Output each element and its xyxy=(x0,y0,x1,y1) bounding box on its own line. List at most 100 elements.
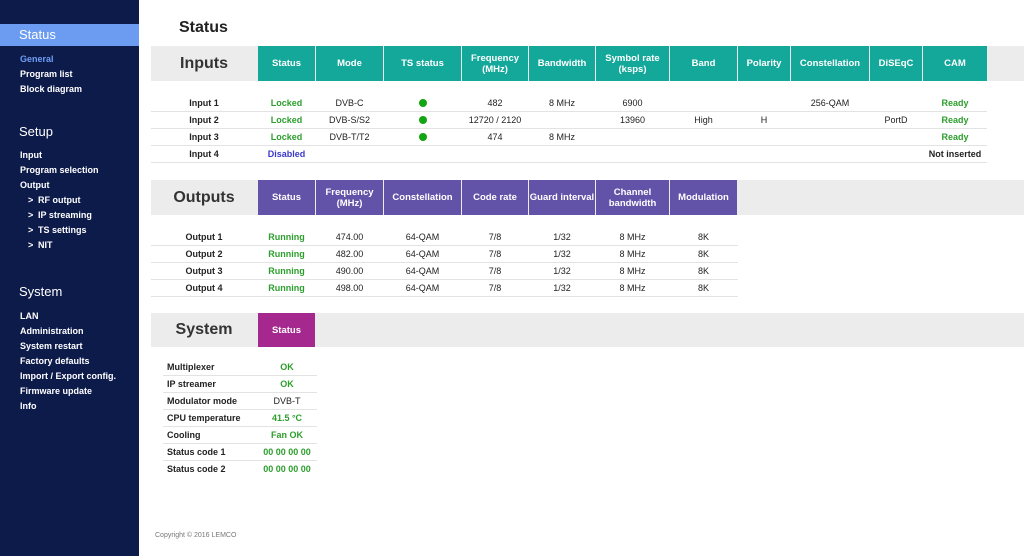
sidebar-item-lan[interactable]: LAN xyxy=(0,309,139,324)
input-constellation: 256-QAM xyxy=(810,98,850,108)
chevron-right-icon: > xyxy=(28,225,34,235)
sidebar-item-input[interactable]: Input xyxy=(0,148,139,163)
ts-locked-dot-icon xyxy=(418,98,427,107)
system-row-value: Fan OK xyxy=(270,430,303,440)
system-row-label: Multiplexer xyxy=(167,362,215,372)
sidebar-subitem-ts-settings[interactable]: > TS settings xyxy=(0,223,139,238)
input-status: Locked xyxy=(270,98,303,108)
outputs-col-frequency: Frequency (MHz) xyxy=(316,180,383,215)
input-symbol-rate: 13960 xyxy=(619,115,646,125)
input-bandwidth xyxy=(529,146,595,163)
output-modulation: 8K xyxy=(697,249,709,259)
output-code-rate: 7/8 xyxy=(488,283,502,293)
sidebar-subitem-rf-output[interactable]: > RF output xyxy=(0,193,139,208)
input-mode xyxy=(316,146,383,163)
inputs-col-band: Band xyxy=(670,46,737,81)
sidebar-subitem-nit[interactable]: > NIT xyxy=(0,238,139,253)
input-frequency: 474 xyxy=(487,132,503,142)
chevron-right-icon: > xyxy=(28,195,34,205)
sidebar-item-program-selection[interactable]: Program selection xyxy=(0,163,139,178)
sidebar-item-info[interactable]: Info xyxy=(0,399,139,414)
sidebar-item-general[interactable]: General xyxy=(0,52,139,67)
system-row-value: DVB-T xyxy=(273,396,301,406)
output-status: Running xyxy=(268,266,305,276)
ts-status-cell xyxy=(384,95,461,112)
input-polarity: H xyxy=(760,115,768,125)
sidebar-subitem-ip-streaming[interactable]: > IP streaming xyxy=(0,208,139,223)
output-constellation: 64-QAM xyxy=(405,266,440,276)
input-polarity xyxy=(738,95,790,112)
sidebar: Status General Program list Block diagra… xyxy=(0,0,139,556)
output-frequency: 490.00 xyxy=(335,266,364,276)
chevron-right-icon: > xyxy=(28,240,34,250)
output-frequency: 482.00 xyxy=(335,249,364,259)
input-cam: Ready xyxy=(941,98,969,108)
output-constellation: 64-QAM xyxy=(405,283,440,293)
input-name: Input 1 xyxy=(189,98,219,108)
output-guard-interval: 1/32 xyxy=(553,283,571,293)
input-band xyxy=(670,95,737,112)
input-bandwidth xyxy=(529,112,595,129)
system-row-label: Status code 1 xyxy=(167,447,226,457)
sidebar-item-system-restart[interactable]: System restart xyxy=(0,339,139,354)
input-band xyxy=(670,146,737,163)
table-row: Output 3 Running 490.00 64-QAM 7/8 1/32 … xyxy=(151,263,738,280)
table-row: Status code 1 00 00 00 00 xyxy=(163,444,317,461)
output-code-rate: 7/8 xyxy=(488,249,502,259)
output-modulation: 8K xyxy=(697,232,709,242)
input-name: Input 4 xyxy=(189,149,219,159)
sidebar-subitem-label: NIT xyxy=(38,240,53,250)
output-status: Running xyxy=(268,232,305,242)
sidebar-subitem-label: RF output xyxy=(38,195,81,205)
output-modulation: 8K xyxy=(697,266,709,276)
outputs-col-status: Status xyxy=(258,180,315,215)
output-code-rate: 7/8 xyxy=(488,232,502,242)
output-channel-bandwidth: 8 MHz xyxy=(619,249,646,259)
input-frequency xyxy=(462,146,528,163)
table-row: Input 1 Locked DVB-C 482 8 MHz 6900 256-… xyxy=(151,95,987,112)
main-content: Status Inputs Status Mode TS status Freq… xyxy=(139,0,1024,556)
table-row: Output 4 Running 498.00 64-QAM 7/8 1/32 … xyxy=(151,280,738,297)
input-band: High xyxy=(694,115,713,125)
inputs-col-ts-status: TS status xyxy=(384,46,461,81)
sidebar-item-firmware-update[interactable]: Firmware update xyxy=(0,384,139,399)
ts-status-cell xyxy=(384,129,461,146)
input-constellation xyxy=(791,112,869,129)
output-status: Running xyxy=(268,283,305,293)
inputs-col-status: Status xyxy=(258,46,315,81)
inputs-col-cam: CAM xyxy=(923,46,987,81)
sidebar-item-output[interactable]: Output xyxy=(0,178,139,193)
input-symbol-rate xyxy=(596,129,669,146)
output-guard-interval: 1/32 xyxy=(553,266,571,276)
sidebar-section-system[interactable]: System xyxy=(0,281,139,303)
input-frequency: 12720 / 2120 xyxy=(468,115,522,125)
ts-status-cell xyxy=(384,146,461,163)
sidebar-item-program-list[interactable]: Program list xyxy=(0,67,139,82)
input-symbol-rate: 6900 xyxy=(622,98,643,108)
inputs-col-bandwidth: Bandwidth xyxy=(529,46,595,81)
outputs-title: Outputs xyxy=(173,189,235,206)
copyright: Copyright © 2016 LEMCO xyxy=(155,532,237,539)
ts-status-cell xyxy=(384,112,461,129)
sidebar-item-block-diagram[interactable]: Block diagram xyxy=(0,82,139,97)
input-bandwidth: 8 MHz xyxy=(548,98,575,108)
system-row-label: IP streamer xyxy=(167,379,216,389)
input-name: Input 2 xyxy=(189,115,219,125)
input-status: Locked xyxy=(270,132,303,142)
sidebar-section-status[interactable]: Status xyxy=(0,24,139,46)
output-name: Output 3 xyxy=(185,266,223,276)
input-cam: Not inserted xyxy=(928,149,982,159)
sidebar-item-factory-defaults[interactable]: Factory defaults xyxy=(0,354,139,369)
output-status: Running xyxy=(268,249,305,259)
output-channel-bandwidth: 8 MHz xyxy=(619,266,646,276)
sidebar-section-setup[interactable]: Setup xyxy=(0,121,139,143)
system-title: System xyxy=(175,321,233,338)
system-col-status: Status xyxy=(258,313,315,347)
table-row: Multiplexer OK xyxy=(163,359,317,376)
page-title: Status xyxy=(179,19,228,36)
sidebar-item-administration[interactable]: Administration xyxy=(0,324,139,339)
system-row-label: Status code 2 xyxy=(167,464,226,474)
sidebar-item-import-export[interactable]: Import / Export config. xyxy=(0,369,139,384)
input-mode: DVB-C xyxy=(335,98,364,108)
input-diseqc: PortD xyxy=(884,115,908,125)
